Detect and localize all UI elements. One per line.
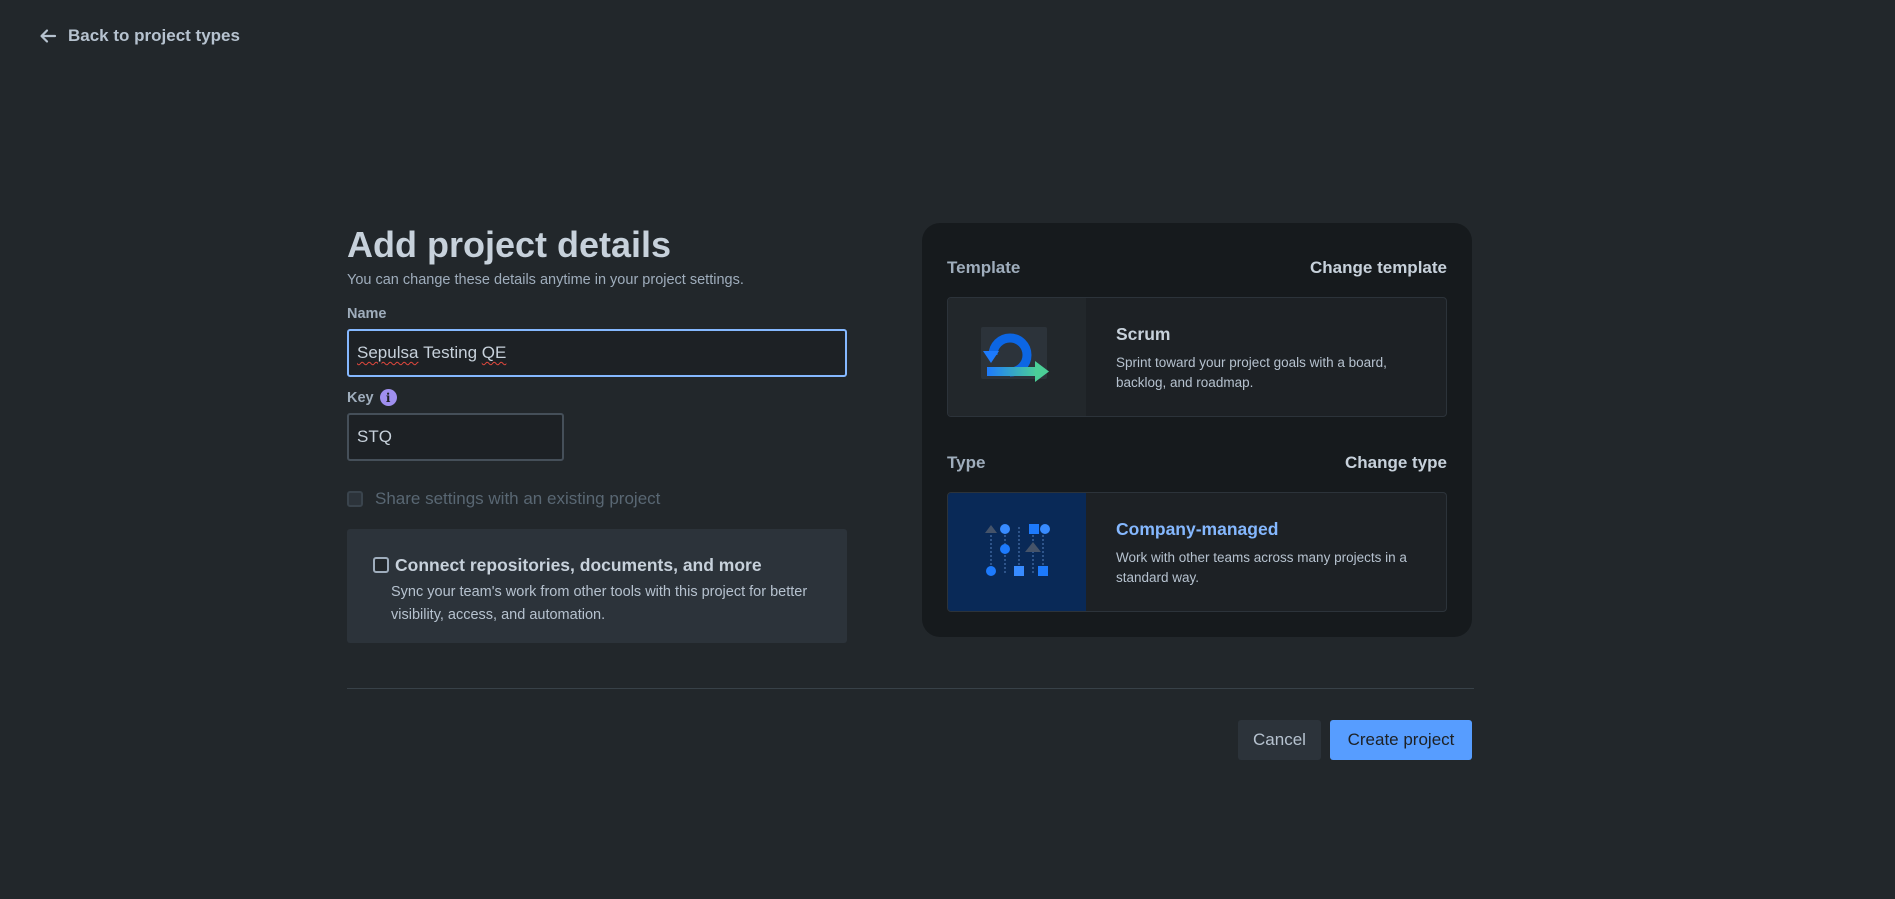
connect-repositories-box: Connect repositories, documents, and mor… [347,529,847,643]
back-link-label: Back to project types [68,26,240,45]
template-heading: Template [947,258,1021,277]
key-label-text: Key [347,389,374,406]
change-template-button[interactable]: Change template [1310,258,1447,278]
type-card-image [948,493,1086,611]
type-card-description: Work with other teams across many projec… [1116,550,1407,585]
key-value: STQ [357,427,392,446]
project-details-form: Add project details You can change these… [347,222,847,643]
name-label: Name [347,306,847,322]
scrum-cycle-icon [981,327,1049,382]
type-heading: Type [947,453,986,472]
share-settings-label: Share settings with an existing project [375,489,661,508]
template-card-description: Sprint toward your project goals with a … [1116,355,1387,390]
type-header: Type Change type [947,453,1447,473]
page-subtitle: You can change these details anytime in … [347,272,744,288]
type-card[interactable]: Company-managed Work with other teams ac… [947,492,1447,612]
name-value-word-3: QE [481,343,507,362]
arrow-left-icon [40,29,57,43]
template-type-panel: Template Change template Scrum Sprint to… [922,223,1472,637]
change-type-button[interactable]: Change type [1345,453,1447,473]
create-project-button[interactable]: Create project [1330,720,1472,760]
footer-divider [347,688,1474,689]
name-value-word-2: Testing [423,343,478,362]
back-to-project-types-link[interactable]: Back to project types [38,26,240,46]
share-settings-row: Share settings with an existing project [347,489,847,509]
company-managed-icon [985,524,1050,576]
connect-repositories-checkbox[interactable] [373,556,389,573]
name-input[interactable]: Sepulsa Testing QE [347,329,847,377]
key-label: Key i [347,389,847,406]
template-header: Template Change template [947,258,1447,278]
share-settings-checkbox[interactable] [347,491,363,507]
type-card-title: Company-managed [1116,519,1279,539]
template-card[interactable]: Scrum Sprint toward your project goals w… [947,297,1447,417]
name-value-word-1: Sepulsa [357,343,419,362]
template-card-image [948,298,1086,416]
page-title: Add project details [347,224,672,265]
info-icon[interactable]: i [379,389,397,406]
name-label-text: Name [347,306,387,322]
template-card-title: Scrum [1116,324,1171,344]
key-input[interactable]: STQ [347,413,564,461]
connect-description: Sync your team's work from other tools w… [391,584,808,623]
cancel-button[interactable]: Cancel [1238,720,1321,760]
connect-title: Connect repositories, documents, and mor… [395,555,762,575]
